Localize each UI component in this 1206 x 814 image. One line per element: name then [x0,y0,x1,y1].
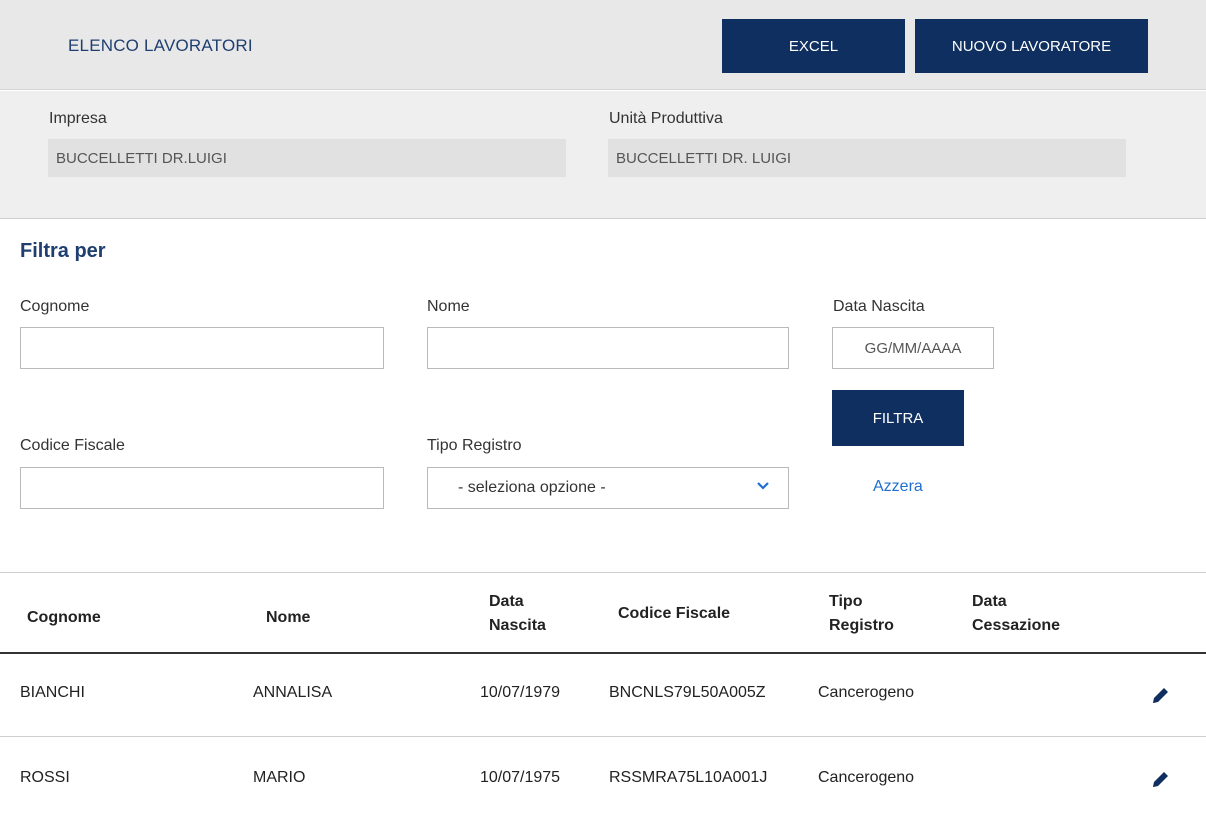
cell-codice-fiscale: RSSMRA75L10A001J [609,769,768,786]
data-nascita-input[interactable]: GG/MM/AAAA [832,327,994,369]
company-info-panel: Impresa BUCCELLETTI DR.LUIGI Unità Produ… [0,91,1206,219]
impresa-field: BUCCELLETTI DR.LUIGI [48,139,566,177]
col-header-nome[interactable]: Nome [266,606,310,630]
tipo-registro-filter-label: Tipo Registro [427,437,522,454]
cell-codice-fiscale: BNCNLS79L50A005Z [609,684,766,701]
cell-nome: MARIO [253,769,306,786]
excel-button[interactable]: EXCEL [722,19,905,73]
row-divider [0,736,1206,737]
col-header-data-nascita-line1: Data [489,593,524,610]
col-header-data-cessazione-line2: Cessazione [972,617,1061,634]
unita-produttiva-label: Unità Produttiva [609,110,723,127]
cell-data-nascita: 10/07/1979 [480,684,561,701]
cell-cognome: BIANCHI [20,684,85,701]
azzera-link[interactable]: Azzera [873,478,923,496]
unita-produttiva-field: BUCCELLETTI DR. LUIGI [608,139,1126,177]
filtra-button[interactable]: FILTRA [832,390,964,446]
cell-nome: ANNALISA [253,684,333,701]
chevron-down-icon [757,482,769,490]
new-worker-button[interactable]: NUOVO LAVORATORE [915,19,1148,73]
col-header-data-nascita[interactable]: Data Nascita [489,590,546,638]
filter-title: Filtra per [20,240,106,262]
col-header-tipo-registro[interactable]: Tipo Registro [829,590,894,638]
pencil-icon[interactable] [1150,770,1170,790]
cell-tipo-registro: Cancerogeno [818,769,915,786]
tipo-registro-selected: - seleziona opzione - [458,479,606,496]
col-header-data-nascita-line2: Nascita [489,617,546,634]
col-header-tipo-registro-line2: Registro [829,617,894,634]
cognome-filter-label: Cognome [20,298,90,315]
col-header-codice-fiscale[interactable]: Codice Fiscale [618,602,730,626]
cognome-input[interactable] [20,327,384,369]
codice-fiscale-input[interactable] [20,467,384,509]
pencil-icon[interactable] [1150,686,1170,706]
page-title: ELENCO LAVORATORI [68,36,253,55]
data-nascita-filter-label: Data Nascita [833,298,925,315]
table-header-divider [0,652,1206,654]
cell-cognome: ROSSI [20,769,70,786]
cell-data-nascita: 10/07/1975 [480,769,561,786]
col-header-tipo-registro-line1: Tipo [829,593,863,610]
top-bar: ELENCO LAVORATORI EXCEL NUOVO LAVORATORE [0,0,1206,90]
col-header-data-cessazione-line1: Data [972,593,1007,610]
col-header-data-cessazione[interactable]: Data Cessazione [972,590,1060,638]
nome-input[interactable] [427,327,789,369]
nome-filter-label: Nome [427,298,470,315]
impresa-label: Impresa [49,110,107,127]
table-divider [0,572,1206,573]
codice-fiscale-filter-label: Codice Fiscale [20,437,125,454]
cell-tipo-registro: Cancerogeno [818,684,915,701]
col-header-cognome[interactable]: Cognome [27,606,101,630]
tipo-registro-select[interactable]: - seleziona opzione - [427,467,789,509]
